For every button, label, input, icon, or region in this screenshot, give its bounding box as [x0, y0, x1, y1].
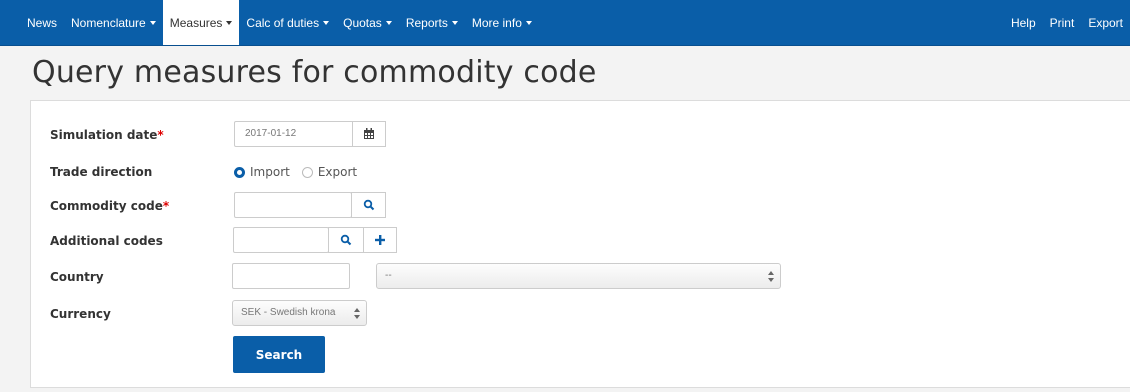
additional-codes-input[interactable]	[233, 227, 329, 253]
search-icon	[363, 199, 374, 211]
additional-codes-label: Additional codes	[50, 234, 163, 248]
select-arrows-icon	[354, 308, 360, 319]
commodity-code-label: Commodity code*	[50, 199, 170, 213]
row-trade-direction: Trade direction Import Export	[31, 158, 1130, 186]
caret-down-icon	[451, 20, 458, 25]
commodity-search-button[interactable]	[351, 192, 386, 218]
nav-calc-of-duties[interactable]: Calc of duties	[239, 0, 336, 45]
export-radio-label[interactable]: Export	[318, 165, 357, 179]
currency-label: Currency	[50, 307, 111, 321]
nav-help[interactable]: Help	[1004, 0, 1043, 45]
search-button[interactable]: Search	[233, 336, 325, 373]
country-select[interactable]: --	[376, 263, 781, 289]
query-form-panel: Simulation date* 2017-01-12 Trade direct…	[30, 100, 1130, 388]
nav-nomenclature[interactable]: Nomenclature	[64, 0, 163, 45]
trade-direction-radios: Import Export	[234, 158, 357, 186]
currency-select[interactable]: SEK - Swedish krona	[232, 300, 367, 326]
row-country: Country --	[31, 263, 1130, 291]
row-commodity-code: Commodity code*	[31, 192, 1130, 220]
select-arrows-icon	[768, 271, 774, 282]
required-mark: *	[162, 199, 170, 213]
caret-down-icon	[323, 20, 330, 25]
calendar-button[interactable]	[352, 121, 386, 147]
calendar-icon	[364, 128, 374, 139]
import-radio-label[interactable]: Import	[250, 165, 290, 179]
row-simulation-date: Simulation date* 2017-01-12	[31, 121, 1130, 149]
additional-codes-search-button[interactable]	[328, 227, 364, 253]
country-select-value: --	[385, 270, 392, 281]
add-additional-code-button[interactable]	[363, 227, 397, 253]
top-navbar: News Nomenclature Measures Calc of dutie…	[0, 0, 1130, 46]
row-currency: Currency SEK - Swedish krona	[31, 300, 1130, 328]
plus-icon	[375, 235, 385, 245]
nav-more-info[interactable]: More info	[465, 0, 539, 45]
trade-direction-label: Trade direction	[50, 165, 153, 179]
page-title: Query measures for commodity code	[32, 55, 597, 90]
nav-export[interactable]: Export	[1081, 0, 1130, 45]
currency-select-value: SEK - Swedish krona	[241, 307, 336, 318]
row-additional-codes: Additional codes	[31, 227, 1130, 255]
caret-down-icon	[226, 20, 233, 25]
nav-print[interactable]: Print	[1043, 0, 1082, 45]
nav-left: News Nomenclature Measures Calc of dutie…	[20, 0, 539, 45]
required-mark: *	[157, 128, 164, 142]
caret-down-icon	[525, 20, 532, 25]
simulation-date-label: Simulation date*	[50, 128, 164, 142]
country-label: Country	[50, 270, 104, 284]
nav-news[interactable]: News	[20, 0, 64, 45]
simulation-date-input[interactable]: 2017-01-12	[234, 121, 354, 147]
nav-right: Help Print Export	[1004, 0, 1130, 45]
country-code-input[interactable]	[232, 263, 350, 289]
nav-reports[interactable]: Reports	[399, 0, 465, 45]
search-icon	[340, 234, 352, 246]
nav-quotas[interactable]: Quotas	[336, 0, 399, 45]
commodity-code-input[interactable]	[234, 192, 352, 218]
import-radio[interactable]	[234, 166, 245, 178]
caret-down-icon	[149, 20, 156, 25]
caret-down-icon	[385, 20, 392, 25]
export-radio[interactable]	[301, 166, 313, 178]
nav-measures[interactable]: Measures	[162, 0, 240, 45]
